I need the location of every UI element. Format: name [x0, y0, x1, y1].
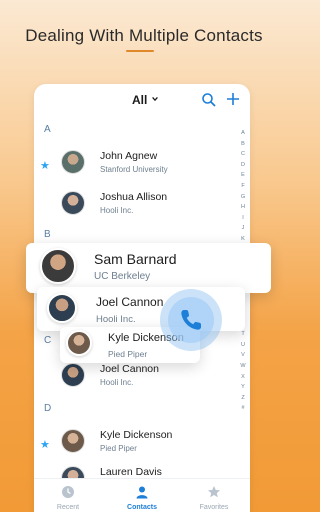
- alphabet-index-letter[interactable]: G: [238, 192, 248, 203]
- section-header-c: C: [44, 335, 52, 346]
- contact-org: UC Berkeley: [94, 271, 151, 282]
- contact-org: Pied Piper: [100, 444, 137, 453]
- person-icon: [136, 486, 148, 499]
- contact-row[interactable]: ★ Kyle Dickenson Pied Piper: [34, 427, 234, 463]
- phone-icon[interactable]: [173, 302, 209, 338]
- contact-name: Sam Barnard: [94, 251, 177, 267]
- favorite-star-icon: ★: [40, 439, 50, 451]
- avatar: [61, 363, 85, 387]
- chevron-down-icon[interactable]: [151, 95, 159, 103]
- contact-name: Kyle Dickenson: [100, 429, 173, 441]
- contact-org: Hooli Inc.: [96, 314, 136, 325]
- alphabet-index-letter[interactable]: #: [238, 403, 248, 414]
- avatar: [61, 191, 85, 215]
- avatar: [47, 293, 77, 323]
- contact-org: Hooli Inc.: [100, 378, 134, 387]
- contact-org: Hooli Inc.: [100, 206, 134, 215]
- alphabet-index-letter[interactable]: W: [238, 361, 248, 372]
- alphabet-index-letter[interactable]: X: [238, 372, 248, 383]
- alphabet-index-letter[interactable]: D: [238, 160, 248, 171]
- section-header-d: D: [44, 403, 52, 414]
- top-bar: All: [34, 84, 250, 118]
- contact-org: Stanford University: [100, 165, 168, 174]
- alphabet-index-letter[interactable]: V: [238, 350, 248, 361]
- contact-row[interactable]: Joel Cannon Hooli Inc.: [34, 361, 234, 397]
- contact-org: Pied Piper: [108, 349, 148, 359]
- tab-label: Favorites: [199, 504, 229, 511]
- search-icon[interactable]: [201, 92, 217, 108]
- alphabet-index-letter[interactable]: J: [238, 223, 248, 234]
- tab-label: Recent: [56, 504, 80, 511]
- section-header-b: B: [44, 229, 51, 240]
- avatar: [61, 429, 85, 453]
- alphabet-index-letter[interactable]: F: [238, 181, 248, 192]
- alphabet-index-letter[interactable]: Y: [238, 382, 248, 393]
- plus-icon[interactable]: [225, 91, 241, 107]
- section-header-a: A: [44, 124, 51, 135]
- floating-contact-card[interactable]: Sam Barnard UC Berkeley: [26, 243, 271, 293]
- alphabet-index-letter[interactable]: Z: [238, 393, 248, 404]
- tab-favorites[interactable]: Favorites: [184, 485, 244, 511]
- clock-icon: [62, 486, 74, 498]
- headline-underline: [126, 50, 154, 52]
- contact-name: John Agnew: [100, 150, 158, 162]
- alphabet-index-letter[interactable]: E: [238, 170, 248, 181]
- page-headline: Dealing With Multiple Contacts: [25, 26, 263, 45]
- avatar: [61, 150, 85, 174]
- favorite-star-icon: ★: [40, 160, 50, 172]
- contact-row[interactable]: Joshua Allison Hooli Inc.: [34, 189, 234, 225]
- alphabet-index-letter[interactable]: I: [238, 213, 248, 224]
- star-icon: [208, 486, 220, 498]
- contact-name: Joel Cannon: [100, 363, 159, 375]
- avatar: [40, 248, 76, 284]
- alphabet-index-letter[interactable]: U: [238, 340, 248, 351]
- tab-label: Contacts: [127, 504, 157, 511]
- tab-recent[interactable]: Recent: [38, 485, 98, 511]
- avatar: [66, 330, 92, 356]
- alphabet-index-letter[interactable]: B: [238, 139, 248, 150]
- bottom-tab-bar: Recent Contacts Favorites: [34, 478, 250, 512]
- alphabet-index-letter[interactable]: C: [238, 149, 248, 160]
- contact-name: Joshua Allison: [100, 191, 168, 203]
- contact-row[interactable]: ★ John Agnew Stanford University: [34, 148, 234, 184]
- filter-dropdown-label[interactable]: All: [132, 93, 147, 107]
- contact-name: Lauren Davis: [100, 466, 162, 478]
- alphabet-index-letter[interactable]: H: [238, 202, 248, 213]
- contact-name: Joel Cannon: [96, 295, 164, 309]
- tab-contacts[interactable]: Contacts: [112, 485, 172, 511]
- alphabet-index-letter[interactable]: A: [238, 128, 248, 139]
